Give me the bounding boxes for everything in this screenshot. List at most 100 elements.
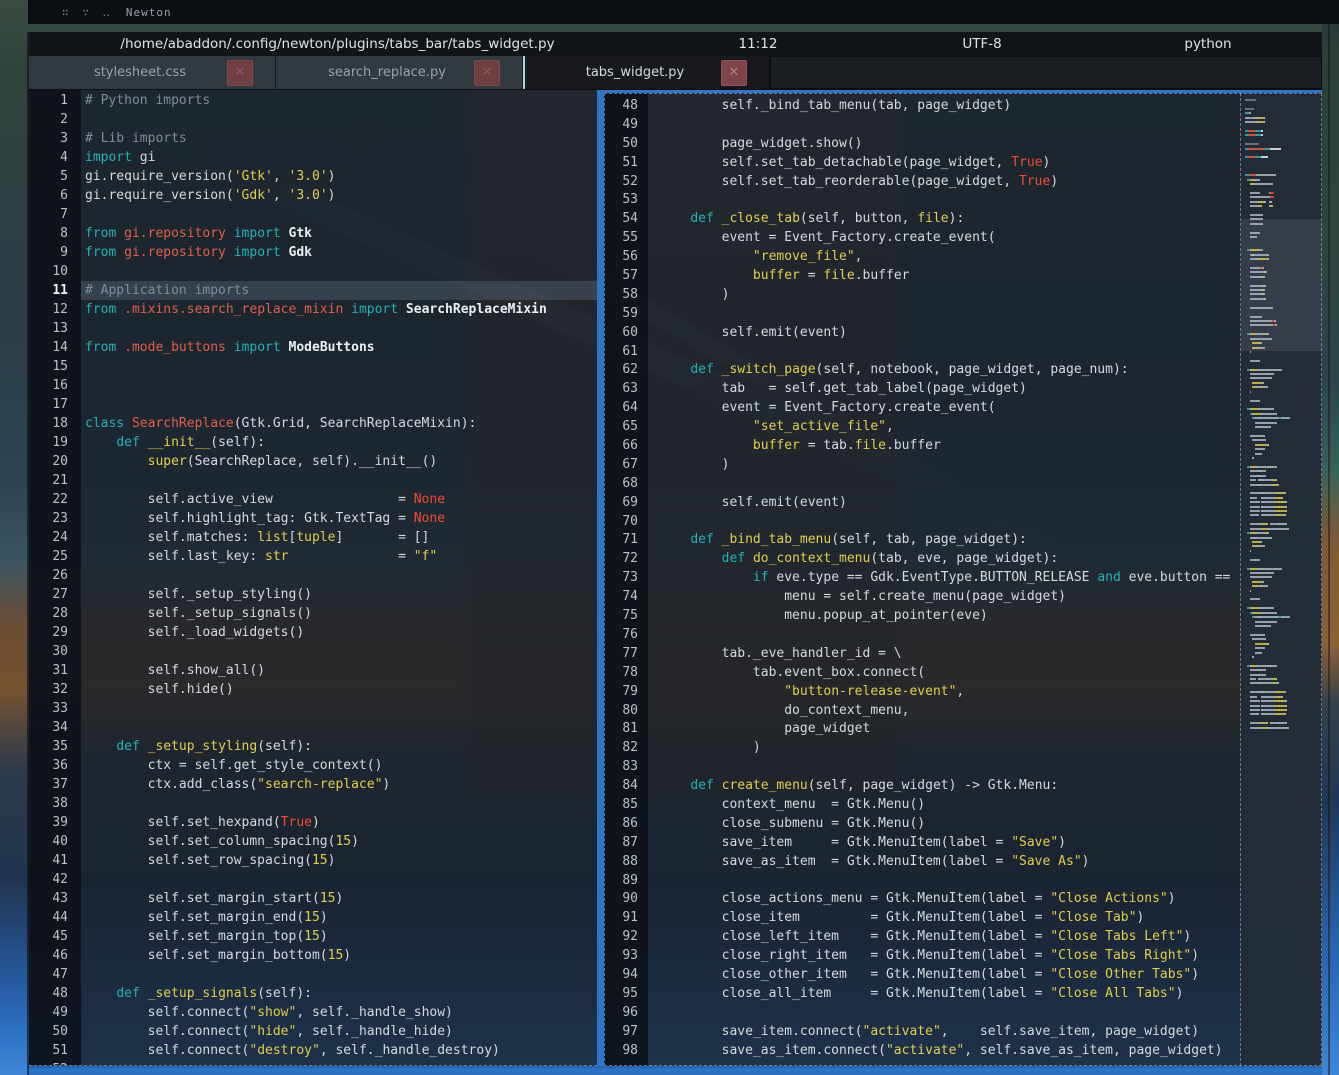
code-text <box>81 718 597 737</box>
line-number: 65 <box>604 418 648 437</box>
code-token: self.show_all() <box>85 663 265 678</box>
code-token: ) <box>659 287 729 302</box>
code-token: .buffer <box>886 438 941 453</box>
minimap-line-mark <box>1259 621 1277 623</box>
code-line: 90 close_actions_menu = Gtk.MenuItem(lab… <box>604 890 1322 909</box>
code-token: ) <box>1183 929 1191 944</box>
minimap-line-mark <box>1262 705 1274 707</box>
code-text: self._bind_tab_menu(tab, page_widget) <box>648 97 1322 116</box>
code-token: 15 <box>335 834 351 849</box>
code-token <box>659 684 784 699</box>
code-token: gi.require_version( <box>85 188 234 203</box>
code-text: from .mixins.search_replace_mixin import… <box>81 300 597 319</box>
minimap-line-mark <box>1279 722 1287 724</box>
code-token: file <box>855 438 886 453</box>
code-line: 34 <box>29 718 597 737</box>
line-number: 4 <box>29 148 81 167</box>
line-number: 16 <box>29 376 81 395</box>
minimap-line-mark <box>1263 435 1265 437</box>
code-token: ) <box>328 853 336 868</box>
code-text: class SearchReplace(Gtk.Grid, SearchRepl… <box>81 414 597 433</box>
line-number: 19 <box>29 433 81 452</box>
code-token: tuple <box>296 530 335 545</box>
code-text <box>648 513 1322 532</box>
code-line: 42 <box>29 870 597 889</box>
tab-close-icon[interactable]: ✕ <box>721 60 747 86</box>
encoding-indicator[interactable]: UTF-8 <box>870 32 1094 56</box>
tab-search_replace-py[interactable]: search_replace.py✕ <box>276 56 523 89</box>
code-token: eve.type == Gdk.EventType.BUTTON_RELEASE <box>776 570 1097 585</box>
line-number: 62 <box>604 361 648 380</box>
window-title: Newton <box>126 6 172 19</box>
code-text: close_actions_menu = Gtk.MenuItem(label … <box>648 890 1322 909</box>
workspace-indicator-icons[interactable]: ∷ ∵ ‥ <box>62 6 110 19</box>
code-line: 46 self.set_margin_bottom(15) <box>29 946 597 965</box>
code-token <box>85 454 148 469</box>
tab-close-icon[interactable]: ✕ <box>474 60 500 86</box>
minimap-line-mark <box>1250 373 1253 375</box>
minimap-line-mark <box>1270 528 1282 530</box>
code-token: self.set_column_spacing( <box>85 834 335 849</box>
minimap-line-mark <box>1250 196 1262 198</box>
minimap-line-mark <box>1285 713 1287 715</box>
line-number: 78 <box>604 664 648 683</box>
tab-stylesheet-css[interactable]: stylesheet.css✕ <box>29 56 276 89</box>
code-line: 5gi.require_version('Gtk', '3.0') <box>29 167 597 186</box>
code-text: if eve.type == Gdk.EventType.BUTTON_RELE… <box>648 569 1322 588</box>
code-token: self._setup_styling() <box>85 587 312 602</box>
code-text: super(SearchReplace, self).__init__() <box>81 452 597 471</box>
code-line: 93 close_right_item = Gtk.MenuItem(label… <box>604 947 1322 966</box>
code-token <box>659 551 722 566</box>
code-line: 21 <box>29 471 597 490</box>
code-text: self._setup_signals() <box>81 604 597 623</box>
minimap-line-mark <box>1253 143 1258 145</box>
tab-list: stylesheet.css✕search_replace.py✕tabs_wi… <box>29 56 770 89</box>
code-line: 64 event = Event_Factory.create_event( <box>604 399 1322 418</box>
line-number: 44 <box>29 908 81 927</box>
code-token: "remove_file" <box>753 249 855 264</box>
minimap[interactable] <box>1240 93 1322 1066</box>
code-text: ) <box>648 286 1322 305</box>
code-token: def <box>722 551 753 566</box>
editor-pane-right[interactable]: 48 self._bind_tab_menu(tab, page_widget)… <box>604 90 1322 1066</box>
code-token: tab.event_box.connect( <box>659 665 925 680</box>
minimap-line-mark <box>1275 324 1277 326</box>
editor-pane-left[interactable]: 1# Python imports23# Lib imports4import … <box>29 90 597 1066</box>
minimap-line-mark <box>1263 289 1265 291</box>
minimap-line-mark <box>1250 320 1273 322</box>
code-line: 60 self.emit(event) <box>604 324 1322 343</box>
tab-tabs_widget-py[interactable]: tabs_widget.py✕ <box>523 56 770 89</box>
minimap-line-mark <box>1267 532 1269 534</box>
code-view-left[interactable]: 1# Python imports23# Lib imports4import … <box>29 90 597 1066</box>
code-token: "Save As" <box>1011 854 1081 869</box>
tab-label: stylesheet.css <box>29 65 227 80</box>
line-number: 96 <box>604 1004 648 1023</box>
line-number: 53 <box>604 191 648 210</box>
line-number: 47 <box>29 965 81 984</box>
code-text: self.hide() <box>81 680 597 699</box>
code-token <box>659 532 690 547</box>
line-number: 31 <box>29 661 81 680</box>
code-line: 43 self.set_margin_start(15) <box>29 889 597 908</box>
code-view-right[interactable]: 48 self._bind_tab_menu(tab, page_widget)… <box>604 93 1322 1060</box>
code-text: self.set_margin_end(15) <box>81 908 597 927</box>
minimap-line-mark <box>1250 192 1261 194</box>
tab-close-icon[interactable]: ✕ <box>227 60 253 86</box>
code-token: 'Gdk' <box>234 188 273 203</box>
code-line: 12from .mixins.search_replace_mixin impo… <box>29 300 597 319</box>
pane-divider[interactable] <box>597 90 604 1066</box>
code-text <box>81 357 597 376</box>
language-indicator[interactable]: python <box>1094 32 1322 56</box>
minimap-line-mark <box>1250 669 1258 671</box>
code-line: 49 self.connect("show", self._handle_sho… <box>29 1003 597 1022</box>
code-line: 48 def _setup_signals(self): <box>29 984 597 1003</box>
code-token: , <box>273 188 289 203</box>
code-token: ) <box>382 777 390 792</box>
code-token: gi <box>140 150 156 165</box>
line-number: 54 <box>604 210 648 229</box>
minimap-line-mark <box>1261 134 1264 136</box>
code-token: _setup_signals <box>148 986 258 1001</box>
code-line: 94 close_other_item = Gtk.MenuItem(label… <box>604 966 1322 985</box>
code-text: self.connect("show", self._handle_show) <box>81 1003 597 1022</box>
code-token: , <box>273 169 289 184</box>
